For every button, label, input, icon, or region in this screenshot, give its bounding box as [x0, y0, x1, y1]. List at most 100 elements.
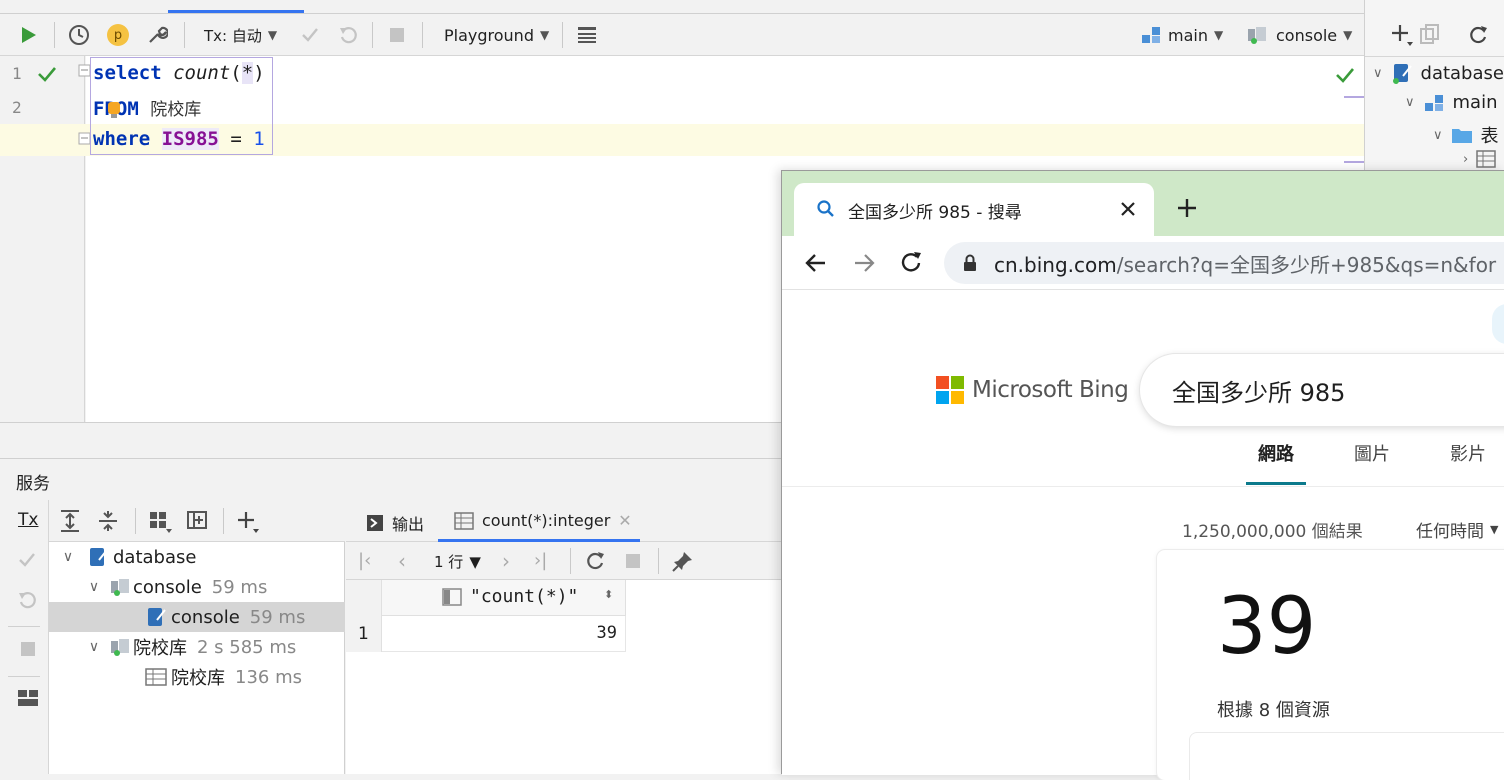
execute-button[interactable]: [20, 14, 38, 56]
tree-node-schema[interactable]: ∨ main: [1405, 92, 1498, 113]
stop-icon[interactable]: [19, 640, 37, 658]
splitter[interactable]: [0, 422, 781, 458]
schema-label: main: [1168, 25, 1208, 45]
rows-select[interactable]: 1 行 ▼: [434, 551, 481, 572]
commit-button[interactable]: [300, 14, 320, 56]
url-path: /search?q=全国多少所+985&qs=n&for: [1116, 252, 1497, 277]
tab-result[interactable]: count(*):integer ✕: [438, 500, 640, 542]
bing-logo[interactable]: Microsoft Bing: [936, 376, 1129, 404]
tree-node-result-table[interactable]: 院校库 136 ms: [49, 662, 345, 692]
profile-button[interactable]: p: [107, 14, 129, 56]
address-bar[interactable]: cn.bing.com/search?q=全国多少所+985&qs=n&for: [944, 242, 1504, 284]
chevron-down-icon: ▼: [539, 28, 550, 42]
last-page-icon[interactable]: ›|: [534, 550, 547, 571]
schema-select[interactable]: main ▼: [1140, 14, 1223, 56]
grid-cell[interactable]: 39: [382, 616, 626, 652]
sort-icon[interactable]: ⬍: [604, 588, 613, 601]
tx-mode-label: Tx: 自动: [204, 26, 262, 45]
tab-videos[interactable]: 影片: [1450, 440, 1486, 466]
duplicate-button[interactable]: [1419, 24, 1441, 46]
tree-node-database[interactable]: ∨ database: [1373, 62, 1504, 84]
number-literal: 1: [253, 128, 265, 150]
layout-icon[interactable]: [17, 688, 39, 708]
history-button[interactable]: [68, 14, 90, 56]
add-button[interactable]: [1389, 22, 1415, 48]
tree-label: 院校库: [133, 638, 187, 659]
column-header[interactable]: "count(*)" ⬍: [382, 580, 626, 616]
asterisk: *: [241, 62, 254, 84]
tab-label: count(*):integer: [482, 511, 611, 530]
column-name: "count(*)": [470, 586, 579, 607]
search-icon: [817, 200, 834, 217]
close-icon[interactable]: [1120, 201, 1136, 217]
tx-button[interactable]: Tx: [18, 510, 38, 530]
commit-check-icon[interactable]: [17, 550, 37, 570]
code-line-3[interactable]: where IS985 = 1: [93, 128, 265, 150]
chevron-down-icon: ∨: [1405, 95, 1415, 110]
settings-button[interactable]: [146, 14, 168, 56]
lightbulb-icon[interactable]: [106, 100, 122, 120]
pin-icon[interactable]: [672, 550, 694, 572]
chevron-down-icon: ∨: [1433, 127, 1443, 143]
tab-web[interactable]: 網路: [1258, 440, 1294, 466]
time-filter[interactable]: 任何時間 ▼: [1416, 517, 1498, 542]
tree-node-console[interactable]: console 59 ms: [49, 602, 345, 632]
refresh-button[interactable]: [1467, 24, 1489, 46]
browser-tab[interactable]: 全国多少所 985 - 搜尋: [794, 183, 1154, 236]
tree-node-table[interactable]: ›: [1463, 150, 1496, 168]
tree-duration: 59 ms: [249, 606, 306, 628]
prev-page-icon[interactable]: ‹: [398, 549, 406, 573]
column-icon: [442, 588, 462, 606]
tab-output[interactable]: 输出: [366, 511, 424, 535]
tree-node-database[interactable]: ∨ database: [49, 542, 345, 572]
expand-all-icon[interactable]: [59, 509, 81, 533]
rollback-button[interactable]: [338, 14, 358, 56]
tab-images[interactable]: 圖片: [1354, 440, 1390, 466]
session-select[interactable]: console ▼: [1246, 14, 1352, 56]
chevron-down-icon: ▼: [1490, 523, 1499, 536]
refresh-icon[interactable]: [584, 550, 606, 572]
reload-icon[interactable]: [899, 250, 923, 274]
table-icon: [145, 668, 167, 686]
stop-button[interactable]: [388, 14, 406, 56]
collapse-all-icon[interactable]: [97, 509, 119, 533]
services-tree: ∨ database ∨ console 59 ms console 59 ms…: [49, 542, 345, 774]
table-layout-icon: [578, 27, 596, 43]
close-icon[interactable]: ✕: [618, 511, 631, 530]
forward-icon[interactable]: [852, 251, 876, 275]
new-tab-icon[interactable]: [1176, 197, 1198, 219]
table-icon: [1476, 150, 1496, 168]
time-filter-label: 任何時間: [1416, 522, 1484, 542]
code-line-1[interactable]: select count(*): [93, 62, 265, 84]
search-input[interactable]: 全国多少所 985: [1140, 354, 1504, 426]
editor-gutter: 1 2 3: [0, 56, 85, 422]
add-service-icon[interactable]: [235, 509, 263, 535]
back-icon[interactable]: [804, 251, 828, 275]
tx-mode-select[interactable]: Tx: 自动 ▼: [204, 14, 277, 56]
database-icon: [90, 548, 108, 566]
browser-navbar: cn.bing.com/search?q=全国多少所+985&qs=n&for: [782, 236, 1504, 290]
tab-title: 全国多少所 985 - 搜尋: [848, 203, 1022, 223]
services-side-toolbar: Tx: [0, 500, 49, 774]
output-layout-button[interactable]: [576, 14, 598, 56]
first-page-icon[interactable]: |‹: [358, 550, 371, 571]
answer-source[interactable]: 根據 8 個資源: [1217, 696, 1330, 722]
keyword: select: [93, 62, 162, 84]
column-name: IS985: [161, 128, 219, 150]
active-tab-indicator: [168, 10, 304, 13]
wrench-icon: [149, 26, 168, 43]
rollback-icon[interactable]: [17, 590, 37, 610]
stop-icon[interactable]: [624, 552, 642, 570]
operator: =: [230, 128, 242, 150]
line-number: 2: [12, 98, 22, 117]
tree-node-session[interactable]: ∨ console 59 ms: [49, 572, 345, 602]
playground-select[interactable]: Playground ▼: [444, 14, 549, 56]
console-session-icon: [111, 639, 129, 656]
bing-page: Microsoft Bing 全国多少所 985 網路 圖片 影片 1,250,…: [782, 290, 1504, 780]
tree-node-tables[interactable]: ∨ 表: [1433, 122, 1499, 148]
new-group-icon[interactable]: [186, 508, 210, 532]
next-page-icon[interactable]: ›: [502, 549, 510, 573]
tree-node-session[interactable]: ∨ 院校库 2 s 585 ms: [49, 632, 345, 662]
group-by-icon[interactable]: [148, 510, 174, 534]
profile-bubble[interactable]: [1492, 304, 1504, 344]
